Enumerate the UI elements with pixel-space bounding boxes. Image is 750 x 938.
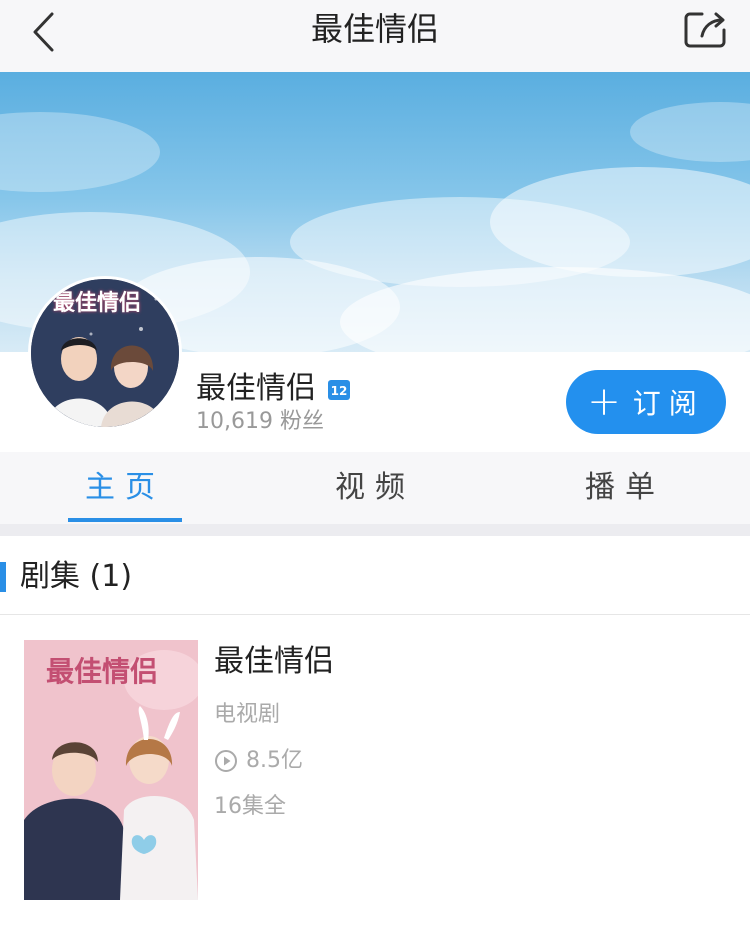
level-badge: 12 [328,380,350,400]
channel-name: 最佳情侣 [196,371,316,406]
avatar-title: 最佳情侣 [53,290,142,316]
subscribe-button[interactable]: + 订阅 [566,370,726,434]
show-type: 电视剧 [214,702,281,727]
plus-icon: + [587,379,621,425]
show-title[interactable]: 最佳情侣 [214,642,334,682]
tab-home[interactable]: 主页 [0,452,250,524]
avatar[interactable]: 最佳情侣 [28,276,182,430]
page-title: 最佳情侣 [310,10,439,48]
divider [0,614,750,615]
episode-count: 16集全 [214,794,286,819]
show-poster[interactable]: 最佳情侣 [24,640,198,900]
tab-bar: 主页 视频 播单 [0,452,750,524]
section-accent-bar [0,562,6,592]
play-count-value: 8.5亿 [246,748,303,773]
divider [0,524,750,536]
active-tab-indicator [68,518,182,522]
fans-count: 10,619 粉丝 [196,409,324,434]
section-title: 剧集 (1) [20,559,133,594]
tab-videos[interactable]: 视频 [250,452,500,524]
play-count: 8.5亿 [214,746,303,776]
play-icon [214,749,238,773]
subscribe-label: 订阅 [632,387,705,420]
poster-title: 最佳情侣 [46,655,159,688]
tab-playlists[interactable]: 播单 [500,452,750,524]
nav-bar: 最佳情侣 [0,0,750,72]
share-icon[interactable] [682,6,732,52]
